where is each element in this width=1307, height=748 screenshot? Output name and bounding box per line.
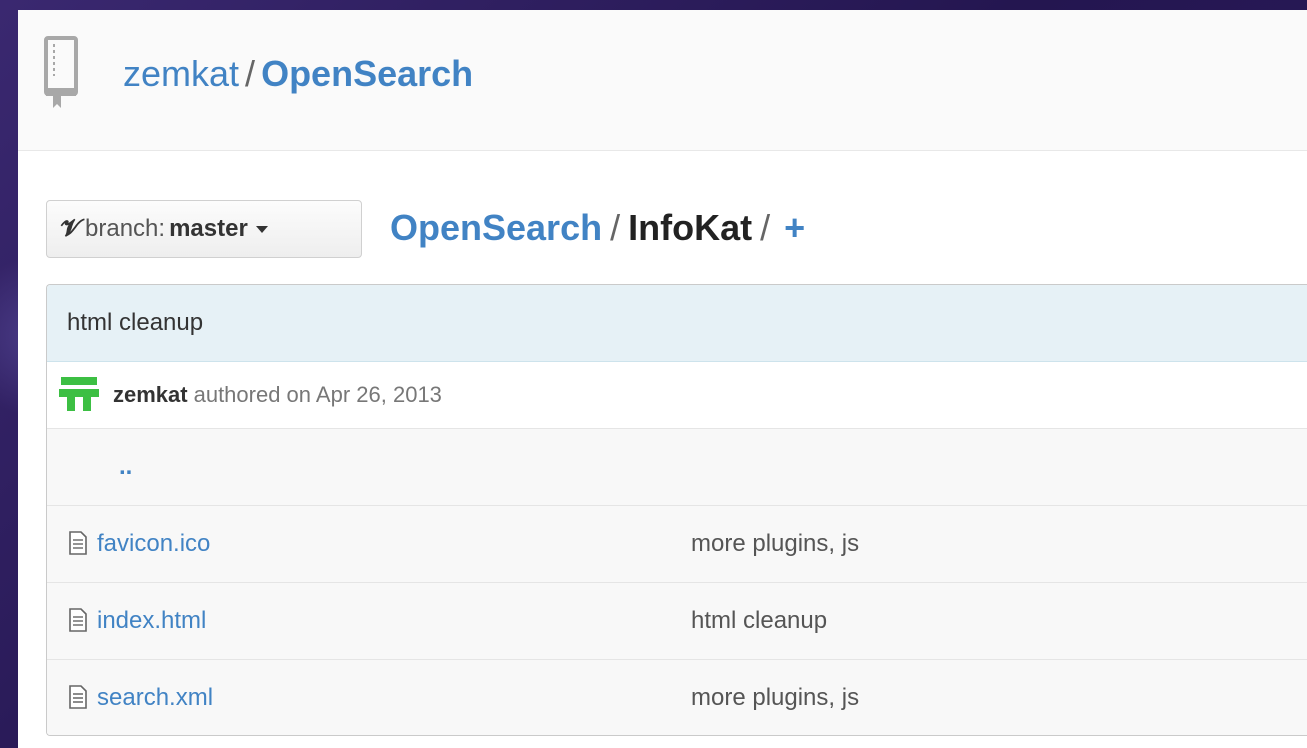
repo-title-separator: / bbox=[245, 53, 256, 94]
parent-directory-link[interactable]: .. bbox=[119, 429, 132, 505]
branch-name: master bbox=[169, 215, 248, 242]
commit-meta-text: authored on Apr 26, 2013 bbox=[193, 382, 442, 407]
parent-directory-row[interactable]: .. bbox=[47, 429, 1307, 506]
file-commit-message[interactable]: html cleanup bbox=[691, 583, 827, 659]
file-row: favicon.ico more plugins, js bbox=[47, 506, 1307, 583]
file-icon bbox=[69, 608, 87, 632]
repo-name-link[interactable]: OpenSearch bbox=[261, 53, 473, 94]
latest-commit-meta: zemkat authored on Apr 26, 2013 bbox=[47, 362, 1307, 429]
file-list: html cleanup zemkat authored on Apr 26, 2… bbox=[46, 284, 1307, 736]
avatar[interactable] bbox=[59, 373, 99, 414]
file-commit-message[interactable]: more plugins, js bbox=[691, 506, 859, 582]
breadcrumb: OpenSearch / InfoKat / + bbox=[390, 206, 805, 250]
repo-header: zemkat / OpenSearch bbox=[18, 10, 1307, 151]
breadcrumb-root-link[interactable]: OpenSearch bbox=[390, 207, 602, 248]
repo-owner-link[interactable]: zemkat bbox=[123, 53, 239, 94]
branch-select-button[interactable]: 𝓥branch: master bbox=[46, 200, 362, 258]
breadcrumb-separator: / bbox=[610, 207, 621, 248]
repo-icon bbox=[44, 36, 78, 108]
file-name-link[interactable]: search.xml bbox=[97, 660, 213, 735]
file-row: index.html html cleanup bbox=[47, 583, 1307, 660]
repo-title: zemkat / OpenSearch bbox=[123, 52, 473, 96]
file-commit-message[interactable]: more plugins, js bbox=[691, 660, 859, 735]
file-name-link[interactable]: favicon.ico bbox=[97, 506, 210, 582]
file-name-link[interactable]: index.html bbox=[97, 583, 206, 659]
file-icon bbox=[69, 531, 87, 555]
file-row: search.xml more plugins, js bbox=[47, 660, 1307, 735]
latest-commit-message[interactable]: html cleanup bbox=[47, 285, 1307, 362]
commit-author-link[interactable]: zemkat bbox=[113, 382, 188, 407]
commit-message-text[interactable]: html cleanup bbox=[67, 309, 203, 336]
add-file-button[interactable]: + bbox=[778, 207, 805, 248]
branch-icon: 𝓥 bbox=[61, 215, 81, 242]
file-icon bbox=[69, 685, 87, 709]
repository-page: zemkat / OpenSearch 𝓥branch: master OpenSea… bbox=[18, 10, 1307, 748]
breadcrumb-current: InfoKat bbox=[628, 207, 753, 248]
branch-label: branch: bbox=[85, 215, 166, 242]
breadcrumb-separator: / bbox=[760, 207, 771, 248]
chevron-down-icon bbox=[255, 226, 268, 234]
